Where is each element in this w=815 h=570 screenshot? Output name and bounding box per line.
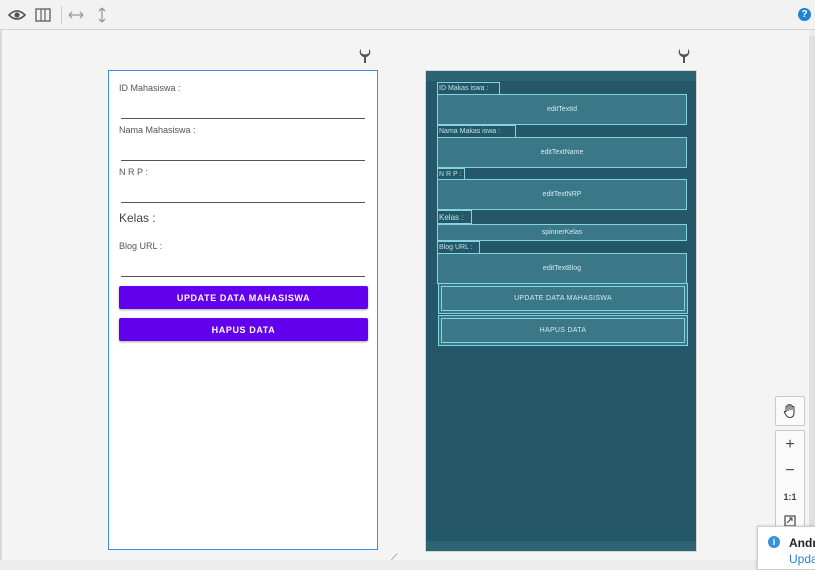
wrench-icon[interactable]	[358, 48, 372, 64]
nama-mahasiswa-label: Nama Mahasiswa :	[119, 125, 196, 135]
blueprint-delete-button-label: HAPUS DATA	[441, 318, 685, 343]
update-data-button[interactable]: UPDATE DATA MAHASISWA	[119, 286, 368, 309]
design-preview[interactable]: ID Mahasiswa : Nama Mahasiswa : N R P : …	[108, 70, 378, 550]
zoom-in-button[interactable]: +	[776, 433, 804, 457]
blueprint-edittext-nama[interactable]: editTextName	[437, 137, 687, 168]
toolbar-separator	[61, 6, 62, 24]
blueprint-label-kelas[interactable]: Kelas :	[437, 210, 472, 224]
nrp-input[interactable]	[121, 202, 365, 203]
blueprint-nav-bar	[426, 541, 696, 551]
blueprint-delete-button[interactable]: HAPUS DATA	[438, 315, 688, 346]
horizontal-resize-icon[interactable]	[66, 5, 86, 25]
zoom-controls: + − 1:1	[775, 430, 805, 530]
blueprint-preview[interactable]: ID Makas iswa : editTextId Nama Makas is…	[425, 70, 697, 552]
blueprint-update-button[interactable]: UPDATE DATA MAHASISWA	[438, 283, 688, 314]
info-icon: i	[768, 536, 780, 548]
notification-title: Andr	[789, 536, 815, 550]
pan-hand-button[interactable]	[775, 396, 805, 426]
eye-icon[interactable]	[7, 5, 27, 25]
zoom-out-button[interactable]: −	[776, 459, 804, 483]
nrp-label: N R P :	[119, 167, 148, 177]
hapus-data-button[interactable]: HAPUS DATA	[119, 318, 368, 341]
blueprint-update-button-label: UPDATE DATA MAHASISWA	[441, 286, 685, 311]
wrench-icon[interactable]	[677, 48, 691, 64]
hand-icon	[783, 403, 795, 419]
editor-toolbar: ?	[0, 0, 815, 30]
notification-toast[interactable]: i Andr Upda	[757, 526, 815, 570]
blog-url-input[interactable]	[121, 276, 365, 277]
help-icon[interactable]: ?	[798, 8, 811, 21]
vertical-scrollbar[interactable]	[809, 36, 815, 526]
blueprint-edittext-nrp[interactable]: editTextNRP	[437, 179, 687, 210]
id-mahasiswa-input[interactable]	[121, 118, 365, 119]
blueprint-spinner-kelas[interactable]: spinnerKelas	[437, 224, 687, 241]
blueprint-edittext-id[interactable]: editTextId	[437, 94, 687, 125]
resize-handle-icon[interactable]: ⟋	[391, 552, 397, 563]
vertical-resize-icon[interactable]	[92, 5, 112, 25]
id-mahasiswa-label: ID Mahasiswa :	[119, 83, 181, 93]
kelas-label: Kelas :	[119, 211, 156, 225]
blog-url-label: Blog URL :	[119, 241, 163, 251]
blueprint-status-bar	[426, 71, 696, 81]
blueprint-edittext-blog[interactable]: editTextBlog	[437, 253, 687, 284]
columns-icon[interactable]	[33, 5, 53, 25]
nama-mahasiswa-input[interactable]	[121, 160, 365, 161]
actual-size-button[interactable]: 1:1	[776, 485, 804, 509]
notification-update-link[interactable]: Upda	[789, 552, 815, 566]
